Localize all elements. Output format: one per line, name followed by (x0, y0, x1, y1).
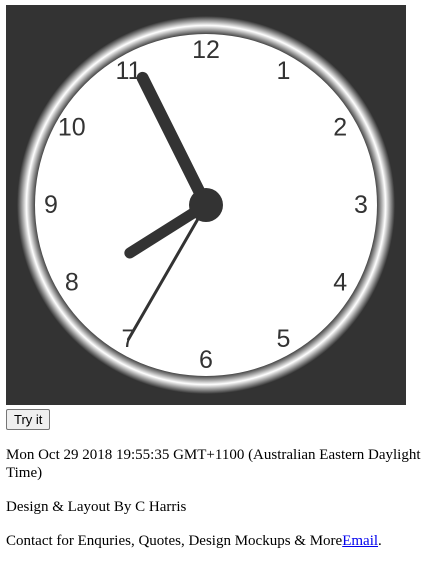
clock-number-1: 1 (277, 57, 291, 85)
contact-period: . (378, 533, 382, 549)
clock-number-4: 4 (333, 269, 347, 297)
contact-text: Contact for Enquries, Quotes, Design Moc… (6, 533, 343, 549)
clock-number-3: 3 (354, 191, 368, 219)
clock-number-9: 9 (44, 191, 58, 219)
clock-number-8: 8 (65, 269, 79, 297)
contact-line: Contact for Enquries, Quotes, Design Moc… (6, 532, 382, 550)
email-link[interactable]: Email (342, 533, 378, 549)
design-credit: Design & Layout By C Harris (6, 499, 187, 515)
analog-clock: 121234567891011 (6, 5, 406, 405)
clock-center-pin (189, 188, 223, 222)
clock-number-6: 6 (199, 346, 213, 374)
clock-number-10: 10 (58, 114, 86, 142)
try-it-button[interactable]: Try it (6, 409, 51, 430)
clock-number-5: 5 (277, 325, 291, 353)
clock-number-12: 12 (192, 36, 220, 64)
clock-number-2: 2 (333, 114, 347, 142)
date-text: Mon Oct 29 2018 19:55:35 GMT+1100 (Austr… (6, 447, 421, 481)
